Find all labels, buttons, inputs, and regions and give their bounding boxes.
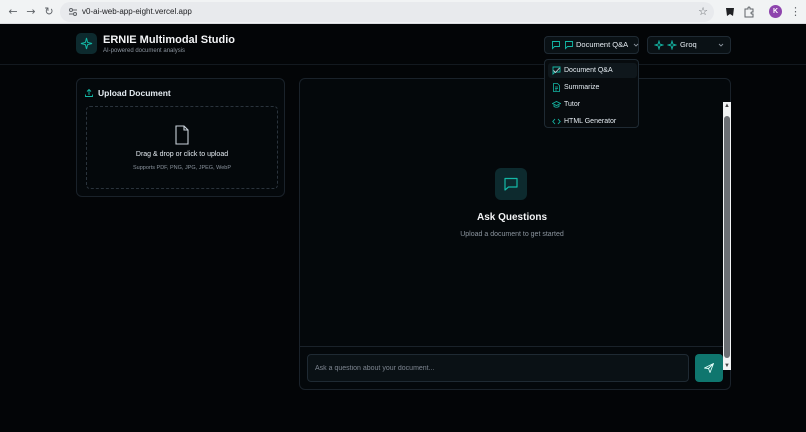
- upload-icon: [85, 88, 93, 97]
- provider-select[interactable]: Groq: [647, 36, 731, 54]
- chat-empty-icon-box: [495, 168, 527, 200]
- graduation-cap-icon: [552, 101, 561, 108]
- app-header: ERNIE Multimodal Studio AI-powered docum…: [0, 24, 806, 65]
- chevron-down-icon: [718, 43, 724, 47]
- chat-scrollbar[interactable]: ▲ ▼: [723, 102, 731, 370]
- dropzone-formats: Supports PDF, PNG, JPG, JPEG, WebP: [132, 165, 231, 171]
- puzzle-icon[interactable]: [742, 5, 756, 19]
- dropzone-title: Drag & drop or click to upload: [135, 151, 229, 158]
- reload-icon[interactable]: ↻: [41, 4, 57, 20]
- sparkles-icon: [667, 40, 677, 50]
- scroll-down-arrow-icon[interactable]: ▼: [723, 362, 731, 370]
- scroll-up-arrow-icon[interactable]: ▲: [723, 102, 731, 110]
- mode-option-label: Summarize: [564, 84, 600, 91]
- message-square-icon: [504, 177, 518, 191]
- message-square-icon: [552, 41, 560, 50]
- mode-dropdown-menu: Document Q&A Summarize Tutor HTML Genera…: [544, 59, 639, 128]
- code-icon: [552, 118, 561, 125]
- back-icon[interactable]: ←: [5, 4, 21, 20]
- question-input[interactable]: [307, 354, 689, 382]
- chat-card: Ask Questions Upload a document to get s…: [299, 78, 731, 390]
- app-title: ERNIE Multimodal Studio: [103, 34, 235, 46]
- mode-option-tutor[interactable]: Tutor: [548, 97, 637, 112]
- browser-menu-icon[interactable]: ⋮: [790, 4, 801, 20]
- extension-icon[interactable]: [723, 5, 737, 19]
- browser-toolbar: ← → ↻ v0-ai-web-app-eight.vercel.app ☆ K…: [0, 0, 806, 24]
- mode-select[interactable]: Document Q&A: [544, 36, 639, 54]
- mode-option-summarize[interactable]: Summarize: [548, 80, 637, 95]
- provider-select-value: Groq: [680, 40, 697, 49]
- forward-icon[interactable]: →: [23, 4, 39, 20]
- upload-heading: Upload Document: [98, 88, 171, 98]
- mode-option-document-qa[interactable]: Document Q&A: [548, 63, 637, 78]
- bookmark-star-icon[interactable]: ☆: [698, 4, 708, 20]
- profile-avatar[interactable]: K: [769, 5, 782, 18]
- chat-empty-subtitle: Upload a document to get started: [460, 231, 564, 238]
- upload-dropzone[interactable]: Drag & drop or click to upload Supports …: [86, 106, 278, 189]
- chevron-down-icon: [633, 43, 639, 47]
- mode-option-label: Document Q&A: [564, 67, 613, 74]
- chat-divider: [300, 346, 724, 347]
- mode-select-value: Document Q&A: [576, 40, 629, 49]
- mode-option-label: HTML Generator: [564, 118, 617, 125]
- app-root: ERNIE Multimodal Studio AI-powered docum…: [0, 24, 806, 432]
- sparkles-icon: [654, 40, 664, 50]
- url-text: v0-ai-web-app-eight.vercel.app: [82, 7, 192, 16]
- upload-card: Upload Document Drag & drop or click to …: [76, 78, 285, 197]
- address-bar[interactable]: v0-ai-web-app-eight.vercel.app ☆: [60, 2, 714, 22]
- file-text-icon: [553, 83, 560, 92]
- logo: [76, 33, 97, 54]
- app-subtitle: AI-powered document analysis: [103, 48, 186, 54]
- scroll-thumb[interactable]: [724, 116, 730, 358]
- mode-option-label: Tutor: [564, 101, 581, 108]
- chat-empty-title: Ask Questions: [476, 212, 548, 223]
- sparkles-icon: [80, 37, 93, 50]
- site-settings-icon[interactable]: [66, 5, 80, 19]
- send-button[interactable]: [695, 354, 723, 382]
- check-icon: [553, 67, 560, 74]
- file-icon: [175, 125, 189, 145]
- message-square-icon: [565, 41, 573, 50]
- mode-option-html-generator[interactable]: HTML Generator: [548, 114, 637, 129]
- send-icon: [704, 363, 714, 373]
